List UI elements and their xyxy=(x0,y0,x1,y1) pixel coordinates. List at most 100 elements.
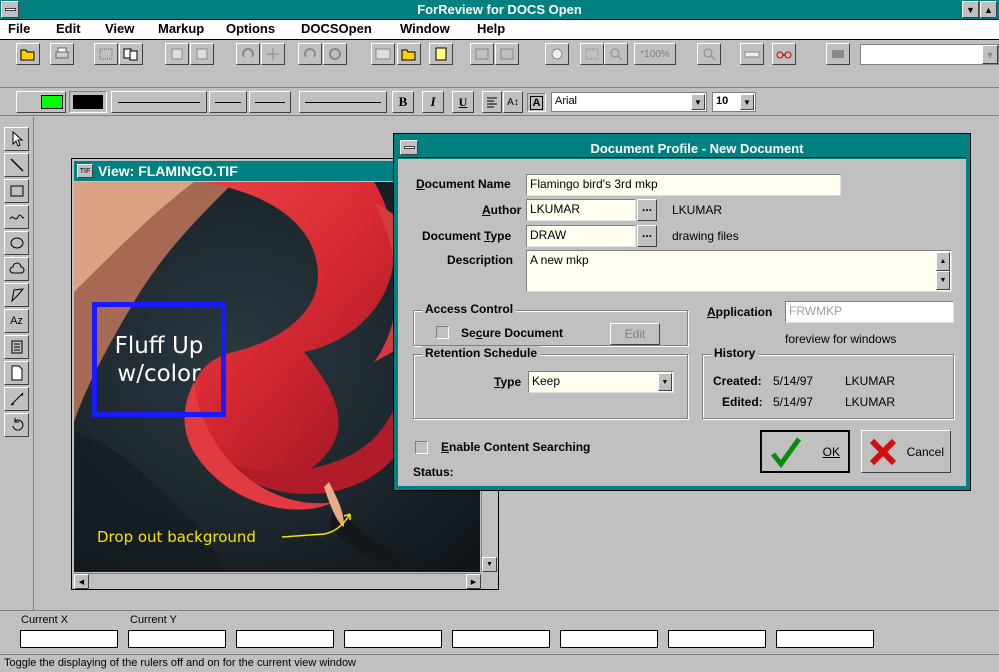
cloud-tool[interactable] xyxy=(4,257,29,281)
access-control-title: Access Control xyxy=(422,302,517,316)
select-tool[interactable] xyxy=(4,127,29,151)
author-browse-button[interactable]: ... xyxy=(637,199,657,221)
flip-button[interactable] xyxy=(261,43,285,65)
menu-help[interactable]: Help xyxy=(477,21,505,36)
view-horizontal-scrollbar[interactable]: ◀ ▶ xyxy=(74,573,481,589)
content-search-label: Enable Content Searching xyxy=(441,440,591,454)
description-scroll-down[interactable]: ▼ xyxy=(936,271,950,290)
rotate-right-button[interactable] xyxy=(298,43,322,65)
line-color-button[interactable] xyxy=(16,91,66,113)
glasses-button[interactable] xyxy=(772,43,796,65)
rectangle-tool[interactable] xyxy=(4,179,29,203)
menu-view[interactable]: View xyxy=(105,21,134,36)
retention-type-dropdown[interactable]: ▼ xyxy=(658,373,672,391)
page-back-button[interactable] xyxy=(165,43,189,65)
text-box-button[interactable]: A xyxy=(527,93,546,112)
toolbar-combo[interactable]: ▼ xyxy=(860,44,999,65)
folder-open-icon xyxy=(20,49,35,61)
undo-tool[interactable] xyxy=(4,413,29,437)
current-y-label: Current Y xyxy=(130,614,177,626)
description-label: Description xyxy=(447,253,514,267)
polygon-icon xyxy=(10,288,24,303)
maximize-button[interactable]: ▲ xyxy=(980,1,997,18)
freehand-tool[interactable] xyxy=(4,205,29,229)
doc-type-browse-button[interactable]: ... xyxy=(637,225,657,247)
open-button[interactable] xyxy=(16,43,40,65)
menu-file[interactable]: File xyxy=(8,21,30,36)
italic-button[interactable]: I xyxy=(422,91,444,113)
ellipse-tool[interactable] xyxy=(4,231,29,255)
docs-save-button[interactable] xyxy=(371,43,395,65)
text-size-button[interactable]: A↕ xyxy=(503,91,523,113)
rotate-left-button[interactable] xyxy=(236,43,260,65)
status-box-3 xyxy=(236,630,334,648)
pan-button[interactable] xyxy=(545,43,569,65)
size-dropdown-button[interactable]: ▼ xyxy=(740,94,754,110)
measure-tool[interactable] xyxy=(4,387,29,411)
print-button[interactable] xyxy=(50,43,74,65)
doc-type-field[interactable]: DRAW xyxy=(526,225,636,247)
scroll-left-button[interactable]: ◀ xyxy=(74,574,89,589)
font-dropdown-button[interactable]: ▼ xyxy=(691,94,705,110)
stamp-tool[interactable] xyxy=(4,335,29,359)
application-field[interactable]: FRWMKP xyxy=(785,301,954,323)
layer-button[interactable] xyxy=(826,43,850,65)
ok-button[interactable]: OK xyxy=(760,430,850,473)
line-tool[interactable] xyxy=(4,153,29,177)
note-tool[interactable] xyxy=(4,361,29,385)
flip-icon xyxy=(267,48,279,60)
zoom-rect-button[interactable] xyxy=(580,43,604,65)
underline-button[interactable]: U xyxy=(452,91,474,113)
application-label: Application xyxy=(707,305,773,319)
polygon-tool[interactable] xyxy=(4,283,29,307)
menu-edit[interactable]: Edit xyxy=(56,21,81,36)
text-tool[interactable]: Az xyxy=(4,309,29,333)
menu-docsopen[interactable]: DOCSOpen xyxy=(301,21,372,36)
prev-page-button[interactable] xyxy=(470,43,494,65)
dialog-system-menu[interactable] xyxy=(400,140,418,155)
select-page-button[interactable] xyxy=(94,43,118,65)
scroll-right-button[interactable]: ▶ xyxy=(466,574,481,589)
combo-arrow-button[interactable]: ▼ xyxy=(982,45,998,64)
bold-button[interactable]: B xyxy=(392,91,414,113)
line-width-3[interactable] xyxy=(299,91,387,113)
content-search-checkbox[interactable] xyxy=(415,441,428,454)
next-page-button[interactable] xyxy=(495,43,519,65)
author-full-name: LKUMAR xyxy=(672,203,723,217)
zoom-out-button[interactable] xyxy=(604,43,628,65)
docs-profile-button[interactable] xyxy=(397,43,421,65)
scroll-down-button[interactable]: ▼ xyxy=(482,557,497,572)
doc-name-field[interactable]: Flamingo bird's 3rd mkp xyxy=(526,174,841,196)
font-size-value: 10 xyxy=(716,95,729,107)
docs-open-button[interactable] xyxy=(429,43,453,65)
line-style-solid[interactable] xyxy=(111,91,207,113)
description-field[interactable]: A new mkp ▲ ▼ xyxy=(526,250,952,292)
zoom-in-button[interactable] xyxy=(697,43,721,65)
menu-window[interactable]: Window xyxy=(400,21,450,36)
cancel-button[interactable]: Cancel xyxy=(861,430,951,473)
retention-type-value: Keep xyxy=(532,374,561,388)
font-size-select[interactable]: 10 ▼ xyxy=(712,92,756,112)
page-forward-button[interactable] xyxy=(190,43,214,65)
copy-page-button[interactable] xyxy=(119,43,143,65)
zoom-100-button[interactable]: *100% xyxy=(634,43,676,65)
menu-options[interactable]: Options xyxy=(226,21,275,36)
line-width-2[interactable] xyxy=(249,91,291,113)
minimize-button[interactable]: ▼ xyxy=(962,1,979,18)
secure-document-checkbox[interactable] xyxy=(436,326,449,339)
fill-color-button[interactable] xyxy=(69,91,107,113)
line-width-1[interactable] xyxy=(209,91,247,113)
edit-button[interactable]: Edit xyxy=(610,323,660,345)
author-field[interactable]: LKUMAR xyxy=(526,199,636,221)
refresh-button[interactable] xyxy=(323,43,347,65)
retention-type-select[interactable]: Keep ▼ xyxy=(528,371,674,393)
menu-markup[interactable]: Markup xyxy=(158,21,204,36)
align-button[interactable] xyxy=(482,91,502,113)
chevron-down-icon: ▼ xyxy=(661,378,669,386)
layer-icon xyxy=(832,50,844,58)
description-scroll-up[interactable]: ▲ xyxy=(936,252,950,271)
magnifier-icon xyxy=(703,48,716,61)
font-select[interactable]: Arial ▼ xyxy=(551,92,707,112)
view-system-menu[interactable]: TIF xyxy=(77,164,93,178)
ruler-button[interactable] xyxy=(740,43,764,65)
